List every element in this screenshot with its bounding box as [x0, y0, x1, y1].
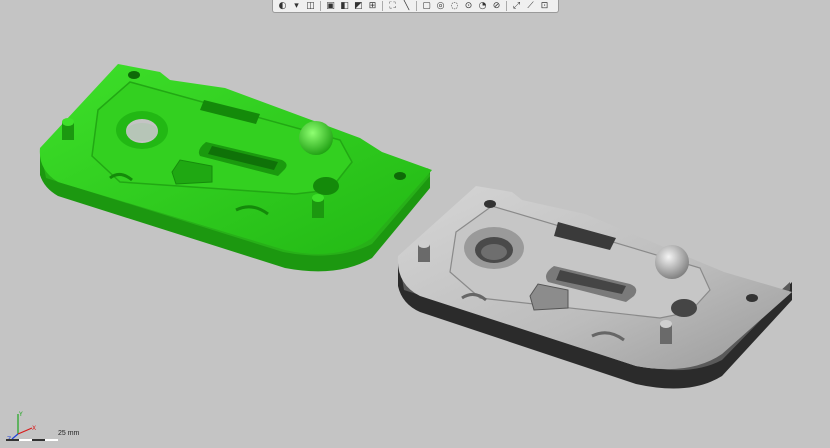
mirror-icon[interactable]: ⊡ — [538, 0, 551, 12]
graphics-viewport[interactable]: Y X Z 25 mm — [0, 0, 830, 444]
model-canvas[interactable] — [0, 0, 830, 444]
toolbar-separator — [506, 1, 507, 11]
scene-icon[interactable]: ⊞ — [366, 0, 379, 12]
gray-sphere — [655, 245, 689, 279]
gray-ear-hole-right — [746, 294, 758, 302]
triad-x-axis — [17, 427, 33, 435]
dimension-icon[interactable]: ◔ — [476, 0, 489, 12]
coordinate-triad: Y X Z — [6, 411, 58, 442]
relations-icon[interactable]: ⊘ — [490, 0, 503, 12]
sketch-line-icon[interactable]: ╲ — [400, 0, 413, 12]
arc-icon[interactable]: ◌ — [448, 0, 461, 12]
point-icon[interactable]: ⊙ — [462, 0, 475, 12]
scale-label: 25 mm — [58, 430, 80, 437]
green-sphere — [299, 121, 333, 155]
smart-dim-icon[interactable]: ⤢ — [510, 0, 523, 12]
gray-ear-hole-left — [484, 200, 496, 208]
triad-z-axis — [11, 433, 19, 440]
edit-appearance-icon[interactable]: ◩ — [352, 0, 365, 12]
section-view-icon[interactable]: ◫ — [304, 0, 317, 12]
toolbar-separator — [416, 1, 417, 11]
heads-up-view-toolbar: ◐ ▾ ◫ ▣ ◧ ◩ ⊞ ⛶ ╲ ▢ ◎ ◌ ⊙ ◔ ⊘ ⤢ ⟋ ⊡ — [272, 0, 559, 13]
zoom-fit-icon[interactable]: ◐ — [276, 0, 289, 12]
green-pin-right — [312, 194, 324, 218]
rectangle-icon[interactable]: ▢ — [420, 0, 433, 12]
gray-small-bore — [671, 299, 697, 317]
toolbar-separator — [382, 1, 383, 11]
green-small-bore — [313, 177, 339, 195]
green-pin-left — [62, 118, 74, 140]
green-part[interactable] — [39, 64, 433, 272]
trim-icon[interactable]: ⟋ — [524, 0, 537, 12]
toolbar-separator — [320, 1, 321, 11]
green-ear-hole-right — [394, 172, 406, 180]
gray-pin-left — [418, 240, 430, 262]
gray-part[interactable] — [397, 186, 792, 389]
green-ear-hole-left — [128, 71, 140, 79]
circle-icon[interactable]: ◎ — [434, 0, 447, 12]
view-settings-icon[interactable]: ⛶ — [386, 0, 399, 12]
triad-y-label: Y — [18, 411, 23, 418]
gray-pin-right — [660, 320, 672, 344]
display-style-icon[interactable]: ▣ — [324, 0, 337, 12]
view-orientation-icon[interactable]: ▾ — [290, 0, 303, 12]
hide-show-icon[interactable]: ◧ — [338, 0, 351, 12]
triad-x-label: X — [32, 425, 36, 432]
